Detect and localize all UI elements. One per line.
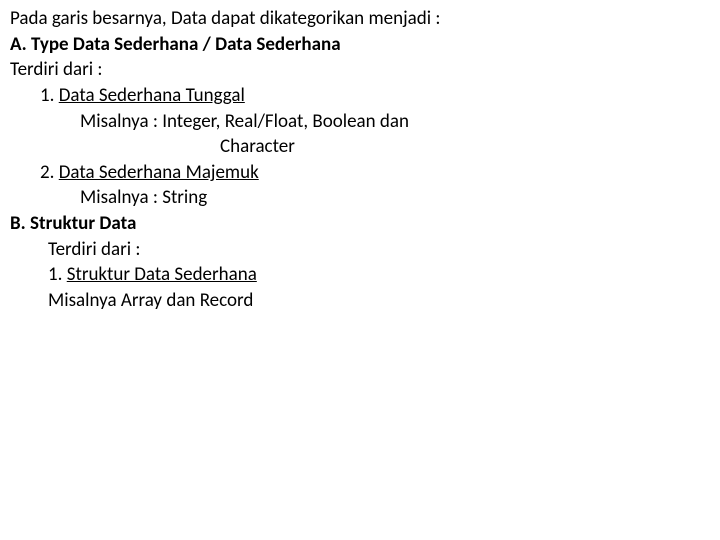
section-a-subheading: Terdiri dari : xyxy=(10,57,710,83)
section-a-item1-title: Data Sederhana Tunggal xyxy=(59,84,245,107)
section-a-item2-detail: Misalnya : String xyxy=(10,185,710,211)
section-a-item2: 2. Data Sederhana Majemuk xyxy=(10,160,710,186)
section-a-item1: 1. Data Sederhana Tunggal xyxy=(10,83,710,109)
section-b-item1-title: Struktur Data Sederhana xyxy=(67,263,257,286)
section-a-heading: A. Type Data Sederhana / Data Sederhana xyxy=(10,32,710,58)
document-body: Pada garis besarnya, Data dapat dikatego… xyxy=(0,0,720,320)
intro-line: Pada garis besarnya, Data dapat dikatego… xyxy=(10,6,710,32)
section-a-item1-detail2: Character xyxy=(10,134,710,160)
section-a-item2-title: Data Sederhana Majemuk xyxy=(59,161,259,184)
section-a-item1-detail1: Misalnya : Integer, Real/Float, Boolean … xyxy=(10,109,710,135)
section-b-heading: B. Struktur Data xyxy=(10,211,710,237)
section-b-item1-detail: Misalnya Array dan Record xyxy=(10,288,710,314)
section-b-item1: 1. Struktur Data Sederhana xyxy=(10,262,710,288)
section-b-subheading: Terdiri dari : xyxy=(10,237,710,263)
